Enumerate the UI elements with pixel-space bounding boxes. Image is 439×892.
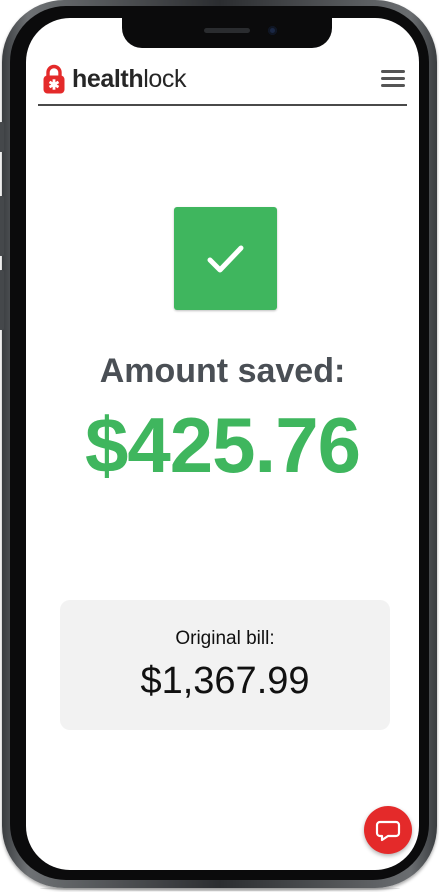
padlock-medical-cross-icon — [43, 64, 65, 94]
volume-up-button — [0, 196, 4, 256]
notch — [122, 18, 332, 48]
hamburger-menu-icon[interactable] — [381, 70, 405, 90]
phone-screen: healthlock Amount saved: $425.76 Origina… — [26, 18, 419, 870]
chat-button[interactable] — [364, 806, 412, 854]
brand-name-regular: lock — [143, 64, 187, 93]
amount-saved-value: $425.76 — [85, 401, 361, 489]
original-bill-card: Original bill: $1,367.99 — [60, 600, 390, 730]
mute-switch — [0, 122, 4, 152]
app-header: healthlock — [26, 58, 419, 108]
success-indicator — [174, 207, 277, 310]
volume-down-button — [0, 270, 4, 330]
checkmark-icon — [207, 245, 244, 273]
front-camera — [268, 26, 277, 35]
chat-bubble-icon — [375, 820, 401, 842]
brand-name: healthlock — [72, 64, 187, 93]
brand-name-bold: health — [72, 64, 144, 93]
original-bill-label: Original bill: — [175, 628, 275, 649]
amount-saved-label: Amount saved: — [99, 352, 346, 390]
earpiece-speaker — [204, 28, 250, 33]
header-divider — [38, 104, 407, 106]
original-bill-value: $1,367.99 — [140, 660, 310, 702]
healthlock-logo[interactable]: healthlock — [43, 64, 186, 94]
phone-frame: healthlock Amount saved: $425.76 Origina… — [0, 0, 437, 888]
